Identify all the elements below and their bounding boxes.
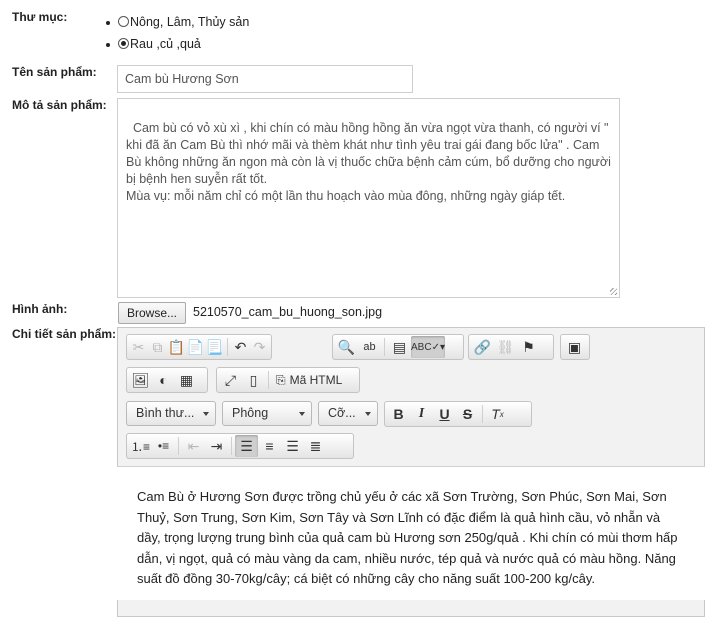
image-label: Hình ảnh: [12, 302, 68, 316]
category-option-2[interactable]: Rau ,củ ,quả [106, 34, 249, 56]
toolbar-links: 🔗 ⛓ ⚑ [468, 334, 554, 360]
radio-button[interactable] [118, 16, 129, 27]
select-all-icon[interactable]: ▤ [388, 336, 411, 358]
toolbar-separator [231, 437, 232, 455]
paste-icon[interactable]: 📋 [167, 336, 186, 358]
html-source-button[interactable]: ⎘ Mã HTML [272, 369, 346, 391]
radio-button-selected[interactable] [118, 38, 129, 49]
cut-icon[interactable]: ✂ [129, 336, 148, 358]
details-label: Chi tiết sản phẩm: [12, 327, 117, 341]
chevron-down-icon [299, 412, 305, 416]
undo-icon[interactable]: ↶ [231, 336, 250, 358]
file-name: 5210570_cam_bu_huong_son.jpg [193, 305, 383, 319]
align-center-icon[interactable]: ≡ [258, 435, 281, 457]
toolbar-insert: 🖼 ◐ ▦ [126, 367, 208, 393]
product-name-label: Tên sản phẩm: [12, 65, 97, 79]
bulleted-list-icon[interactable]: •≡ [152, 435, 175, 457]
toolbar-editing: 🔍 ab ▤ ABC✓▾ [332, 334, 464, 360]
category-list: Nông, Lâm, Thủy sản Rau ,củ ,quả [106, 12, 249, 56]
font-select[interactable]: Phông [222, 401, 312, 426]
unlink-icon[interactable]: ⛓ [494, 336, 517, 358]
copy-icon[interactable]: ⧉ [148, 336, 167, 358]
anchor-flag-icon[interactable]: ⚑ [517, 336, 540, 358]
show-blocks-icon[interactable]: ▯ [242, 369, 265, 391]
link-icon[interactable]: 🔗 [471, 336, 494, 358]
font-select-value: Phông [232, 406, 269, 420]
paste-text-icon[interactable]: 📄 [186, 336, 205, 358]
flash-icon[interactable]: ◐ [152, 369, 175, 391]
toolbar-paragraph: ⒈≡ •≡ ⇤ ⇥ ☰ ≡ ☰ ≣ [126, 433, 354, 459]
browse-button[interactable]: Browse... [118, 302, 186, 324]
toolbar-separator [268, 371, 269, 389]
maximize-icon[interactable]: ⤢ [219, 369, 242, 391]
toolbar-separator [482, 405, 483, 423]
paste-word-icon[interactable]: 📃 [205, 336, 224, 358]
format-select[interactable]: Bình thư... [126, 401, 216, 426]
indent-icon[interactable]: ⇥ [205, 435, 228, 457]
toolbar-separator [227, 338, 228, 356]
strikethrough-icon[interactable]: S [456, 403, 479, 425]
category-label: Thư mục: [12, 10, 68, 24]
align-left-icon[interactable]: ☰ [235, 435, 258, 457]
align-right-icon[interactable]: ☰ [281, 435, 304, 457]
category-option-label: Rau ,củ ,quả [130, 37, 201, 51]
outdent-icon[interactable]: ⇤ [182, 435, 205, 457]
toolbar-tools: ⤢ ▯ ⎘ Mã HTML [216, 367, 360, 393]
toolbar-maximize-doc: ▣ [560, 334, 590, 360]
editor-content-text: Cam Bù ở Hương Sơn được trồng chủ yếu ở … [137, 489, 678, 586]
editor-content[interactable]: Cam Bù ở Hương Sơn được trồng chủ yếu ở … [117, 466, 705, 600]
spellcheck-icon[interactable]: ABC✓▾ [411, 336, 445, 358]
align-justify-icon[interactable]: ≣ [304, 435, 327, 457]
size-select[interactable]: Cỡ... [318, 401, 378, 426]
resize-grip-icon[interactable] [610, 288, 617, 295]
source-icon: ⎘ [276, 372, 286, 387]
document-icon[interactable]: ▣ [563, 336, 586, 358]
html-source-label: Mã HTML [289, 373, 343, 387]
chevron-down-icon [365, 412, 371, 416]
image-icon[interactable]: 🖼 [129, 369, 152, 391]
table-icon[interactable]: ▦ [175, 369, 198, 391]
description-text: Cam bù có vỏ xù xì , khi chín có màu hồn… [126, 121, 611, 203]
numbered-list-icon[interactable]: ⒈≡ [129, 435, 152, 457]
toolbar-separator [178, 437, 179, 455]
category-option-label: Nông, Lâm, Thủy sản [130, 15, 250, 29]
underline-icon[interactable]: U [433, 403, 456, 425]
category-option-1[interactable]: Nông, Lâm, Thủy sản [106, 12, 249, 34]
toolbar-separator [384, 338, 385, 356]
description-label: Mô tả sản phẩm: [12, 98, 107, 112]
description-textarea[interactable]: Cam bù có vỏ xù xì , khi chín có màu hồn… [117, 98, 620, 298]
find-icon[interactable]: 🔍 [335, 336, 358, 358]
toolbar-clipboard: ✂ ⧉ 📋 📄 📃 ↶ ↷ [126, 334, 272, 360]
chevron-down-icon [203, 412, 209, 416]
size-select-value: Cỡ... [328, 406, 356, 420]
bold-icon[interactable]: B [387, 403, 410, 425]
replace-icon[interactable]: ab [358, 336, 381, 358]
italic-icon[interactable]: I [410, 403, 433, 425]
format-select-value: Bình thư... [136, 406, 195, 420]
toolbar-basic-styles: B I U S Tx [384, 401, 532, 427]
product-name-input[interactable]: Cam bù Hương Sơn [117, 65, 413, 93]
remove-format-icon[interactable]: Tx [486, 403, 509, 425]
redo-icon[interactable]: ↷ [250, 336, 269, 358]
